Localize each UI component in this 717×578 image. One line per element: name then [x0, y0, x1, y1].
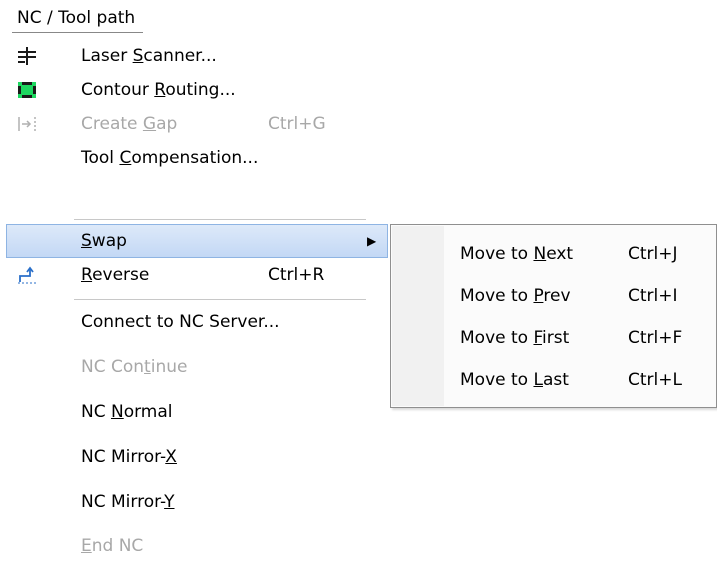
menu-item-shortcut: Ctrl+G [268, 114, 326, 134]
submenu-item-shortcut: Ctrl+I [628, 286, 678, 306]
menu-item-shortcut: Ctrl+R [268, 265, 325, 285]
menu-item-end-nc[interactable]: End NC [0, 529, 364, 563]
menu-item-label: Laser Scanner... [81, 46, 217, 66]
menu-item-label: NC Mirror-X [81, 447, 177, 467]
submenu-item-shortcut: Ctrl+F [628, 328, 683, 348]
laser-scanner-icon [17, 46, 37, 66]
menu-item-label: NC Mirror-Y [81, 492, 175, 512]
submenu-item-label: Move to First [460, 328, 570, 348]
menu-item-contour-routing[interactable]: Contour Routing... [0, 73, 364, 107]
menu-item-connect-nc-server[interactable]: Connect to NC Server... [0, 305, 364, 339]
nc-toolpath-menu: Laser Scanner... Contour Routing... Crea [0, 39, 388, 578]
menu-item-swap[interactable]: Swap ▶ [6, 224, 388, 258]
menu-item-laser-scanner[interactable]: Laser Scanner... [0, 39, 364, 73]
menu-item-label: Create Gap [81, 114, 178, 134]
menu-separator [74, 219, 366, 220]
submenu-item-label: Move to Prev [460, 286, 571, 306]
menu-item-label: Swap [81, 231, 127, 251]
contour-routing-icon [17, 80, 37, 100]
menu-item-create-gap[interactable]: Create Gap Ctrl+G [0, 107, 364, 141]
menu-item-nc-continue[interactable]: NC Continue [0, 350, 364, 384]
reverse-icon [17, 265, 37, 285]
menu-item-nc-mirror-x[interactable]: NC Mirror-X [0, 440, 364, 474]
submenu-item-move-to-first[interactable]: Move to First Ctrl+F [391, 321, 716, 355]
menu-item-tool-compensation[interactable]: Tool Compensation... [0, 141, 364, 175]
submenu-item-label: Move to Next [460, 244, 574, 264]
submenu-item-shortcut: Ctrl+L [628, 370, 682, 390]
submenu-item-move-to-last[interactable]: Move to Last Ctrl+L [391, 363, 716, 397]
menu-item-label: Contour Routing... [81, 80, 236, 100]
menu-item-label: NC Continue [81, 357, 188, 377]
menu-item-label: Connect to NC Server... [81, 312, 280, 332]
submenu-item-shortcut: Ctrl+J [628, 244, 678, 264]
submenu-item-move-to-prev[interactable]: Move to Prev Ctrl+I [391, 279, 716, 313]
menu-item-label: NC Normal [81, 402, 173, 422]
swap-submenu: Move to Next Ctrl+J Move to Prev Ctrl+I … [390, 224, 717, 408]
menu-item-reverse[interactable]: Reverse Ctrl+R [0, 258, 364, 292]
menu-item-nc-mirror-y[interactable]: NC Mirror-Y [0, 485, 364, 519]
menu-title[interactable]: NC / Tool path [11, 8, 144, 33]
menu-item-label: End NC [81, 536, 144, 556]
create-gap-icon [17, 114, 37, 134]
submenu-item-label: Move to Last [460, 370, 569, 390]
submenu-item-move-to-next[interactable]: Move to Next Ctrl+J [391, 237, 716, 271]
submenu-arrow-icon: ▶ [367, 234, 377, 248]
menu-separator [74, 299, 366, 300]
menu-item-label: Reverse [81, 265, 150, 285]
menu-item-nc-normal[interactable]: NC Normal [0, 395, 364, 429]
menu-item-label: Tool Compensation... [81, 148, 259, 168]
